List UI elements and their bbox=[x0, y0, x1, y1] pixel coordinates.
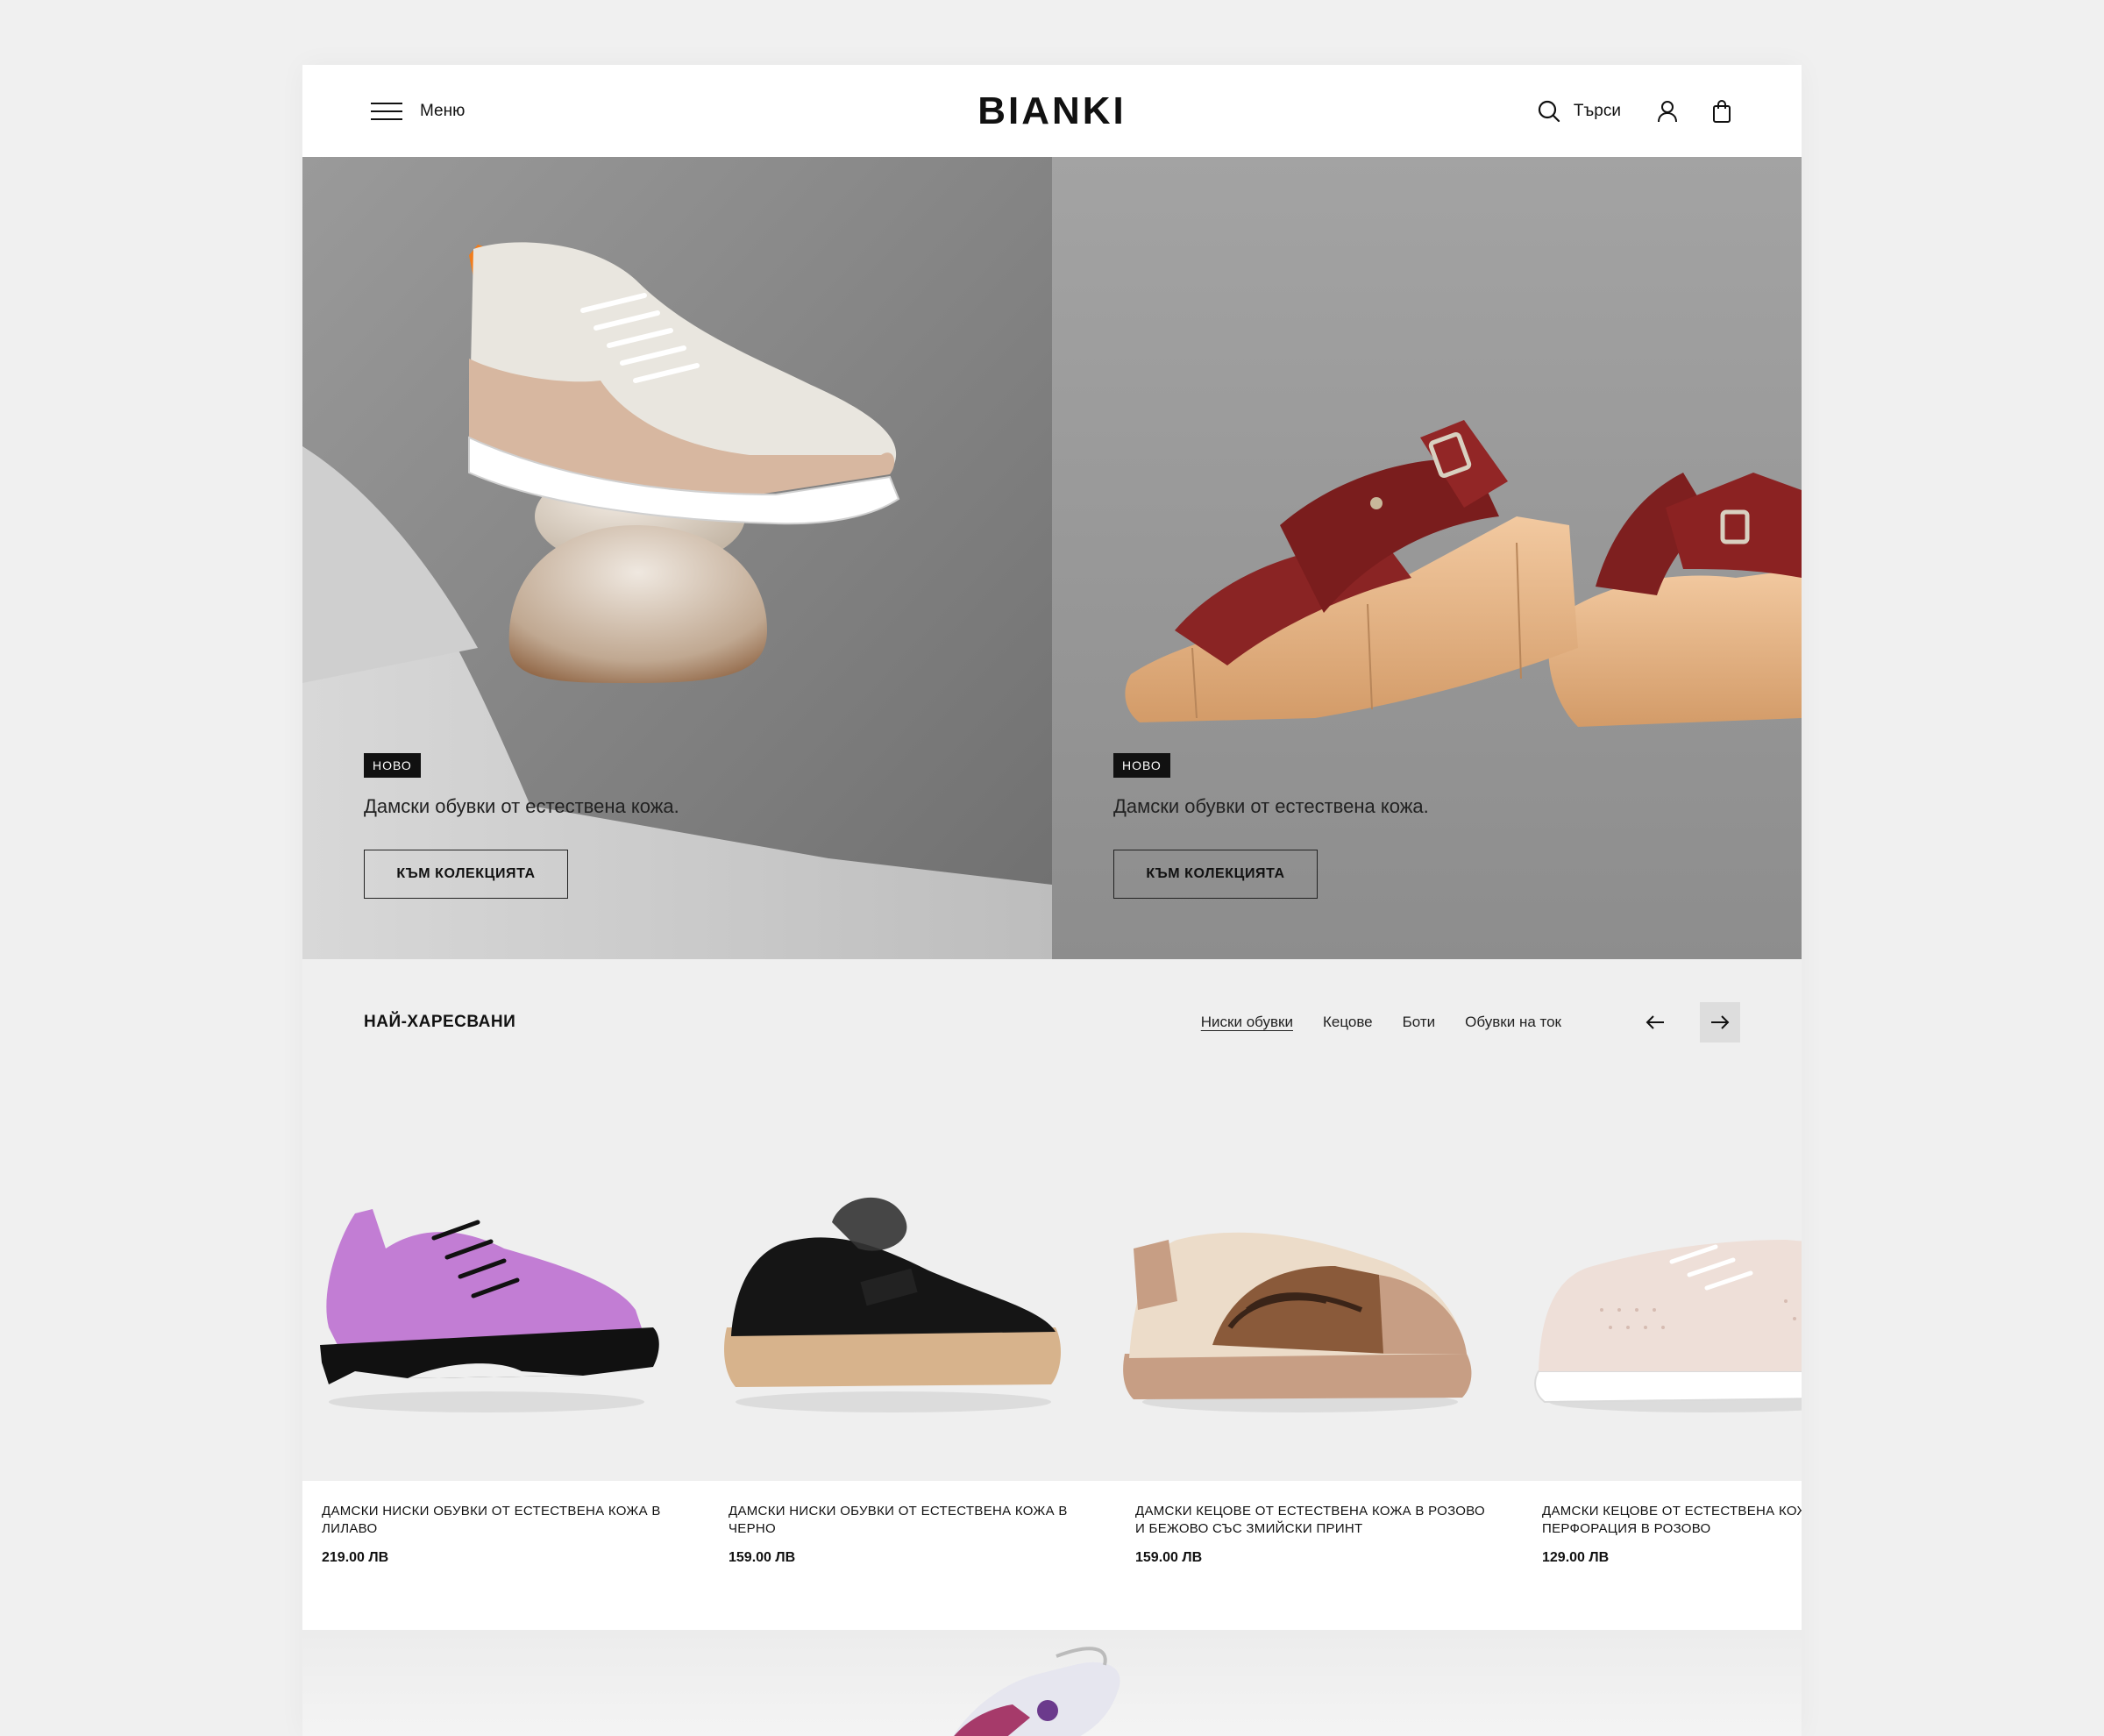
product-price: 159.00 ЛВ bbox=[1135, 1550, 1203, 1565]
to-collection-button[interactable]: КЪМ КОЛЕКЦИЯТА bbox=[364, 850, 568, 899]
product-info: ДАМСКИ НИСКИ ОБУВКИ ОТ ЕСТЕСТВЕНА КОЖА В… bbox=[322, 1503, 672, 1566]
new-badge: НОВО bbox=[364, 753, 421, 778]
banner-image-sneaker bbox=[953, 1647, 1120, 1736]
bottom-banner bbox=[302, 1630, 1802, 1736]
product-name: ДАМСКИ НИСКИ ОБУВКИ ОТ ЕСТЕСТВЕНА КОЖА В… bbox=[729, 1504, 1068, 1536]
product-image-snake-print-sneaker bbox=[1123, 1232, 1472, 1412]
product-price: 129.00 ЛВ bbox=[1542, 1550, 1610, 1565]
product-info: ДАМСКИ НИСКИ ОБУВКИ ОТ ЕСТЕСТВЕНА КОЖА В… bbox=[729, 1503, 1079, 1566]
header: Меню BIANKI Търси bbox=[302, 65, 1802, 157]
product-info: ДАМСКИ КЕЦОВЕ ОТ ЕСТЕСТВЕНА КОЖА С ПЕРФО… bbox=[1542, 1503, 1802, 1566]
new-badge: НОВО bbox=[1113, 753, 1170, 778]
product-card[interactable]: ДАМСКИ НИСКИ ОБУВКИ ОТ ЕСТЕСТВЕНА КОЖА В… bbox=[709, 959, 1077, 1736]
product-price: 159.00 ЛВ bbox=[729, 1550, 796, 1565]
search-button[interactable]: Търси bbox=[1537, 99, 1621, 124]
page: Меню BIANKI Търси НОВО Дамски обувки от … bbox=[302, 65, 1802, 1736]
hero-description: Дамски обувки от естествена кожа. bbox=[364, 795, 679, 817]
product-image-purple-shoe bbox=[320, 1209, 659, 1412]
to-collection-button[interactable]: КЪМ КОЛЕКЦИЯТА bbox=[1113, 850, 1318, 899]
product-name: ДАМСКИ КЕЦОВЕ ОТ ЕСТЕСТВЕНА КОЖА С ПЕРФО… bbox=[1542, 1504, 1802, 1536]
product-carousel: ДАМСКИ НИСКИ ОБУВКИ ОТ ЕСТЕСТВЕНА КОЖА В… bbox=[302, 959, 1802, 1736]
menu-label: Меню bbox=[420, 101, 466, 120]
search-label: Търси bbox=[1573, 101, 1621, 120]
hero-content-left: НОВО Дамски обувки от естествена кожа. К… bbox=[364, 753, 679, 899]
hero-content-right: НОВО Дамски обувки от естествена кожа. К… bbox=[1113, 753, 1429, 899]
product-price: 219.00 ЛВ bbox=[322, 1550, 389, 1565]
hamburger-icon bbox=[371, 101, 402, 122]
product-card[interactable]: ДАМСКИ НИСКИ ОБУВКИ ОТ ЕСТЕСТВЕНА КОЖА В… bbox=[302, 959, 671, 1736]
search-icon bbox=[1538, 100, 1560, 122]
hero-panel-left: НОВО Дамски обувки от естествена кожа. К… bbox=[302, 157, 1052, 959]
logo[interactable]: BIANKI bbox=[977, 89, 1127, 133]
product-image-pink-perforated-sneaker bbox=[1534, 1240, 1802, 1412]
product-name: ДАМСКИ НИСКИ ОБУВКИ ОТ ЕСТЕСТВЕНА КОЖА В… bbox=[322, 1504, 661, 1536]
product-card[interactable]: ДАМСКИ КЕЦОВЕ ОТ ЕСТЕСТВЕНА КОЖА В РОЗОВ… bbox=[1116, 959, 1486, 1736]
hero-description: Дамски обувки от естествена кожа. bbox=[1113, 795, 1429, 817]
menu-button[interactable]: Меню bbox=[371, 101, 465, 122]
hero: НОВО Дамски обувки от естествена кожа. К… bbox=[302, 157, 1802, 959]
hero-panel-right: НОВО Дамски обувки от естествена кожа. К… bbox=[1052, 157, 1802, 959]
header-tools: Търси bbox=[1537, 65, 1733, 157]
product-card[interactable]: ДАМСКИ КЕЦОВЕ ОТ ЕСТЕСТВЕНА КОЖА С ПЕРФО… bbox=[1523, 959, 1802, 1736]
user-icon[interactable] bbox=[1656, 99, 1679, 124]
bag-icon[interactable] bbox=[1710, 99, 1733, 124]
product-info: ДАМСКИ КЕЦОВЕ ОТ ЕСТЕСТВЕНА КОЖА В РОЗОВ… bbox=[1135, 1503, 1486, 1566]
product-name: ДАМСКИ КЕЦОВЕ ОТ ЕСТЕСТВЕНА КОЖА В РОЗОВ… bbox=[1135, 1504, 1486, 1536]
product-image-black-shoe bbox=[724, 1197, 1062, 1412]
